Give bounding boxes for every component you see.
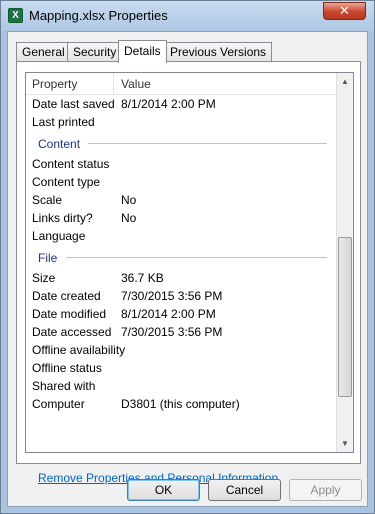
group-divider	[88, 143, 327, 144]
scroll-thumb[interactable]	[338, 237, 352, 397]
property-name: Date last saved	[32, 97, 115, 111]
list-item[interactable]: Last printed	[26, 113, 337, 131]
list-item[interactable]: Date modified 8/1/2014 2:00 PM	[26, 305, 337, 323]
property-value: 36.7 KB	[121, 271, 164, 285]
tab-security[interactable]: Security	[67, 42, 123, 62]
list-item[interactable]: Scale No	[26, 191, 337, 209]
details-panel: Property Value Date last saved 8/1/2014 …	[16, 61, 361, 485]
property-rows: Date last saved 8/1/2014 2:00 PM Last pr…	[26, 95, 337, 413]
property-value: 7/30/2015 3:56 PM	[121, 325, 223, 339]
window-title: Mapping.xlsx Properties	[29, 8, 168, 23]
list-item[interactable]: Links dirty? No	[26, 209, 337, 227]
excel-icon: X	[8, 8, 23, 23]
group-title: File	[38, 251, 58, 265]
property-name: Content type	[32, 175, 101, 189]
apply-button[interactable]: Apply	[289, 479, 362, 501]
group-title: Content	[38, 137, 81, 151]
close-button[interactable]: ✕	[323, 2, 366, 20]
property-value: No	[121, 193, 137, 207]
column-header-value[interactable]: Value	[121, 77, 151, 91]
group-header-file: File	[26, 245, 337, 269]
group-header-content: Content	[26, 131, 337, 155]
property-name: Links dirty?	[32, 211, 93, 225]
list-item[interactable]: Date created 7/30/2015 3:56 PM	[26, 287, 337, 305]
property-name: Scale	[32, 193, 63, 207]
group-divider	[66, 257, 327, 258]
property-name: Content status	[32, 157, 110, 171]
title-bar[interactable]: X Mapping.xlsx Properties ✕	[1, 1, 374, 31]
list-item[interactable]: Offline availability	[26, 341, 337, 359]
vertical-scrollbar[interactable]: ▲ ▼	[336, 73, 353, 452]
list-item[interactable]: Content type	[26, 173, 337, 191]
list-item[interactable]: Computer D3801 (this computer)	[26, 395, 337, 413]
property-name: Date accessed	[32, 325, 112, 339]
property-name: Date created	[32, 289, 101, 303]
tab-previous-versions[interactable]: Previous Versions	[164, 42, 273, 62]
dialog-body: General Security Details Previous Versio…	[7, 31, 368, 507]
list-item[interactable]: Date accessed 7/30/2015 3:56 PM	[26, 323, 337, 341]
list-item[interactable]: Size 36.7 KB	[26, 269, 337, 287]
property-name: Shared with	[32, 379, 96, 393]
property-value: 7/30/2015 3:56 PM	[121, 289, 223, 303]
column-divider[interactable]	[113, 73, 114, 95]
property-value: 8/1/2014 2:00 PM	[121, 307, 216, 321]
scroll-down-arrow-icon[interactable]: ▼	[337, 435, 353, 452]
cancel-button[interactable]: Cancel	[208, 479, 281, 501]
tab-general[interactable]: General	[16, 42, 71, 62]
list-item[interactable]: Language	[26, 227, 337, 245]
property-name: Computer	[32, 397, 85, 411]
list-header: Property Value	[26, 73, 337, 95]
ok-button[interactable]: OK	[127, 479, 200, 501]
property-name: Offline availability	[32, 343, 126, 357]
property-name: Date modified	[32, 307, 107, 321]
property-name: Size	[32, 271, 56, 285]
property-value: D3801 (this computer)	[121, 397, 240, 411]
property-name: Offline status	[32, 361, 102, 375]
scroll-up-arrow-icon[interactable]: ▲	[337, 73, 353, 90]
tab-details[interactable]: Details	[118, 40, 167, 63]
property-name: Last printed	[32, 115, 95, 129]
properties-dialog: X Mapping.xlsx Properties ✕ General Secu…	[0, 0, 375, 514]
property-value: No	[121, 211, 137, 225]
list-item[interactable]: Offline status	[26, 359, 337, 377]
column-header-property[interactable]: Property	[32, 77, 77, 91]
list-item[interactable]: Date last saved 8/1/2014 2:00 PM	[26, 95, 337, 113]
property-name: Language	[32, 229, 86, 243]
property-value: 8/1/2014 2:00 PM	[121, 97, 216, 111]
list-item[interactable]: Content status	[26, 155, 337, 173]
list-item[interactable]: Shared with	[26, 377, 337, 395]
properties-list[interactable]: Property Value Date last saved 8/1/2014 …	[25, 72, 354, 453]
